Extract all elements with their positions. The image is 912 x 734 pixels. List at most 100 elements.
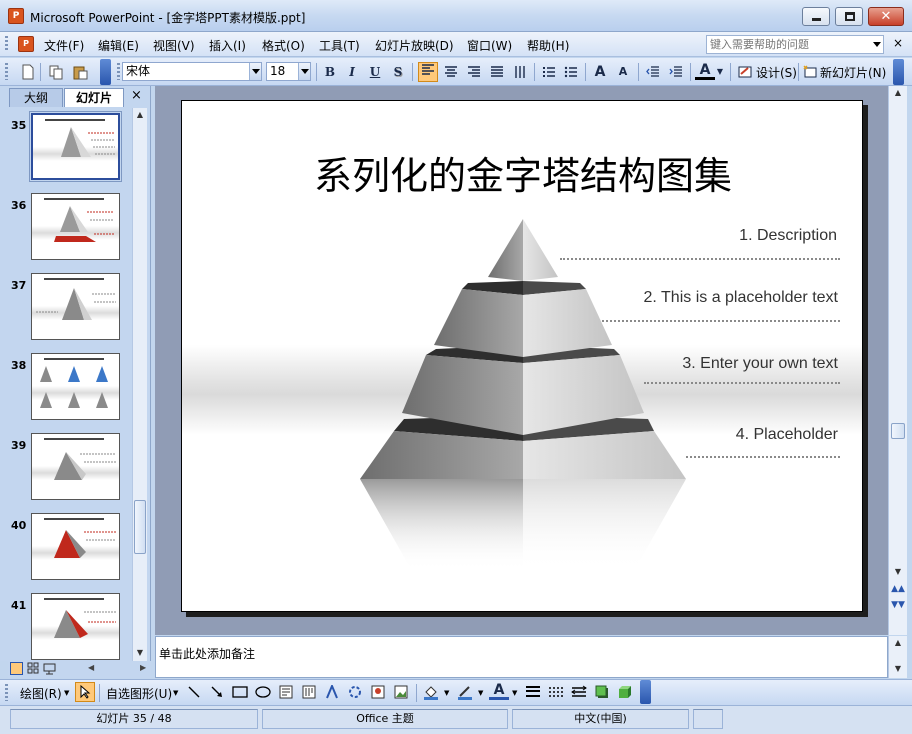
notes-scrollbar[interactable]: ▲ ▼ xyxy=(888,636,907,678)
scroll-down-arrow-icon[interactable]: ▼ xyxy=(889,664,907,673)
close-button[interactable]: ✕ xyxy=(868,7,904,26)
decrease-font-button[interactable]: A xyxy=(613,62,633,82)
shadow-style-icon[interactable] xyxy=(592,682,612,702)
menu-format[interactable]: 格式(O) xyxy=(262,37,305,54)
description-4[interactable]: 4. Placeholder xyxy=(562,426,838,444)
scroll-down-arrow-icon[interactable]: ▼ xyxy=(133,648,147,657)
drawing-toolbar-overflow[interactable] xyxy=(640,680,651,704)
scroll-up-arrow-icon[interactable]: ▲ xyxy=(133,110,147,119)
slide-thumbnail[interactable]: 39 xyxy=(0,428,132,508)
scroll-up-arrow-icon[interactable]: ▲ xyxy=(889,88,907,97)
wordart-icon[interactable] xyxy=(322,682,342,702)
menu-slideshow[interactable]: 幻灯片放映(D) xyxy=(375,37,454,54)
font-color-button[interactable]: A xyxy=(695,62,715,80)
fill-color-icon[interactable] xyxy=(421,682,441,702)
menu-view[interactable]: 视图(V) xyxy=(153,37,195,54)
oval-tool-icon[interactable] xyxy=(253,682,273,702)
line-color-icon[interactable] xyxy=(455,682,475,702)
powerpoint-icon[interactable]: P xyxy=(8,8,24,24)
autoshapes-dropdown-icon[interactable]: ▼ xyxy=(173,689,178,697)
slide-thumbnail[interactable]: 38 xyxy=(0,348,132,428)
slide-thumbnail[interactable]: 40 xyxy=(0,508,132,588)
menu-tools[interactable]: 工具(T) xyxy=(319,37,360,54)
notes-placeholder[interactable]: 单击此处添加备注 xyxy=(159,645,255,662)
status-theme[interactable]: Office 主题 xyxy=(262,709,508,729)
description-3[interactable]: 3. Enter your own text xyxy=(562,355,838,373)
slide-scrollbar[interactable]: ▲ ▼ ▲▲ ▼▼ xyxy=(888,86,907,635)
menu-edit[interactable]: 编辑(E) xyxy=(98,37,139,54)
toolbar-grip[interactable] xyxy=(5,63,8,80)
help-dropdown-arrow-icon[interactable] xyxy=(873,42,881,47)
fill-color-dropdown-icon[interactable]: ▼ xyxy=(444,689,449,697)
scroll-left-arrow-icon[interactable]: ◀ xyxy=(88,663,94,672)
diagram-icon[interactable] xyxy=(345,682,365,702)
autoshapes-button[interactable]: 自选图形(U) xyxy=(106,685,172,702)
underline-button[interactable]: U xyxy=(365,62,385,82)
distributed-align-button[interactable] xyxy=(487,62,507,82)
description-1[interactable]: 1. Description xyxy=(562,227,837,245)
font-name-dropdown-icon[interactable] xyxy=(249,63,261,80)
line-style-icon[interactable] xyxy=(523,682,543,702)
slide-sorter-view-icon[interactable] xyxy=(27,662,40,675)
menu-file[interactable]: 文件(F) xyxy=(44,37,84,54)
slide-thumbnail[interactable]: 36 xyxy=(0,188,132,268)
3d-style-icon[interactable] xyxy=(615,682,635,702)
font-size-dropdown-icon[interactable] xyxy=(298,63,310,80)
arrow-tool-icon[interactable] xyxy=(207,682,227,702)
clipart-icon[interactable] xyxy=(368,682,388,702)
shadow-button[interactable]: S xyxy=(388,62,408,82)
toolbar-grip-2[interactable] xyxy=(117,63,120,80)
normal-view-icon[interactable] xyxy=(10,662,23,675)
font-color-dropdown-icon[interactable]: ▼ xyxy=(715,62,725,82)
slide-thumbnail[interactable]: 41 xyxy=(0,588,132,661)
numbering-button[interactable] xyxy=(539,62,559,82)
slide-thumbnail[interactable]: 35 xyxy=(0,108,132,188)
minimize-button[interactable] xyxy=(802,7,830,26)
draw-dropdown-icon[interactable]: ▼ xyxy=(64,689,69,697)
menu-insert[interactable]: 插入(I) xyxy=(209,37,246,54)
bullets-button[interactable] xyxy=(561,62,581,82)
rectangle-tool-icon[interactable] xyxy=(230,682,250,702)
scroll-right-arrow-icon[interactable]: ▶ xyxy=(140,663,146,672)
increase-font-button[interactable]: A xyxy=(590,62,610,82)
copy-icon[interactable] xyxy=(46,62,66,82)
thumbnail-scrollbar[interactable]: ▲ ▼ xyxy=(132,108,147,661)
maximize-button[interactable] xyxy=(835,7,863,26)
toolbar-overflow-button-2[interactable] xyxy=(893,59,904,85)
notes-pane[interactable]: 单击此处添加备注 xyxy=(155,636,888,678)
help-search-input[interactable] xyxy=(707,36,867,53)
line-color-dropdown-icon[interactable]: ▼ xyxy=(478,689,483,697)
tab-slides[interactable]: 幻灯片 xyxy=(64,88,124,107)
align-right-button[interactable] xyxy=(464,62,484,82)
text-direction-button[interactable] xyxy=(510,62,530,82)
toolbar-grip[interactable] xyxy=(5,684,8,701)
menubar-grip[interactable] xyxy=(5,36,8,52)
help-search-box[interactable] xyxy=(706,35,884,54)
paste-icon[interactable] xyxy=(70,62,90,82)
dash-style-icon[interactable] xyxy=(546,682,566,702)
new-slide-button[interactable]: 新幻灯片(N) xyxy=(820,64,886,81)
slideshow-view-icon[interactable] xyxy=(43,662,56,675)
menu-help[interactable]: 帮助(H) xyxy=(527,37,569,54)
toolbar-overflow-button[interactable] xyxy=(100,59,111,85)
select-objects-icon[interactable] xyxy=(75,682,95,702)
textbox-tool-icon[interactable] xyxy=(276,682,296,702)
current-slide[interactable]: 系列化的金字塔结构图集 1. Description 2. This is a xyxy=(181,100,863,612)
decrease-indent-button[interactable] xyxy=(643,62,663,82)
pane-close-icon[interactable]: × xyxy=(131,88,142,103)
font-name-select[interactable]: 宋体 xyxy=(122,62,262,81)
arrow-style-icon[interactable] xyxy=(569,682,589,702)
line-tool-icon[interactable] xyxy=(184,682,204,702)
thumbnail-scroll-thumb[interactable] xyxy=(134,500,146,554)
vertical-textbox-icon[interactable] xyxy=(299,682,319,702)
slide-scroll-thumb[interactable] xyxy=(891,423,905,439)
scroll-down-arrow-icon[interactable]: ▼ xyxy=(889,567,907,576)
previous-slide-icon[interactable]: ▲▲ xyxy=(889,584,907,594)
align-left-button[interactable] xyxy=(418,62,438,82)
design-button[interactable]: 设计(S) xyxy=(756,64,797,81)
document-icon[interactable]: P xyxy=(18,36,34,52)
bold-button[interactable]: B xyxy=(320,62,340,82)
insert-picture-icon[interactable] xyxy=(391,682,411,702)
next-slide-icon[interactable]: ▼▼ xyxy=(889,600,907,610)
slide-thumbnail[interactable]: 37 xyxy=(0,268,132,348)
